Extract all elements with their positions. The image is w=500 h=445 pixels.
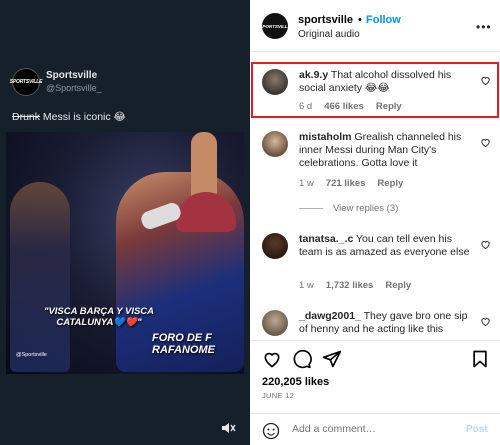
video-caption: "VISCA BARÇA Y VISCA CATALUNYA💙❤️" bbox=[43, 306, 155, 328]
post-username[interactable]: sportsville bbox=[298, 14, 353, 26]
add-comment-bar: Post bbox=[250, 413, 500, 445]
comment-avatar[interactable] bbox=[262, 131, 288, 157]
tweet-media-pane: SPORTSVILLE Sportsville @Sportsville_ Dr… bbox=[0, 0, 250, 445]
tweet-text: Drunk Messi is iconic 😂 bbox=[12, 111, 126, 123]
comment-meta: 1 w 1,732 likes Reply bbox=[299, 280, 423, 291]
post-header: SPORTSVILLE sportsville • Follow Origina… bbox=[250, 0, 500, 52]
follow-button[interactable]: Follow bbox=[366, 14, 401, 26]
tweet-header: SPORTSVILLE Sportsville @Sportsville_ bbox=[9, 68, 102, 96]
view-replies-button[interactable]: View replies (3) bbox=[299, 203, 398, 214]
tweet-text-rest: Messi is iconic 😂 bbox=[40, 111, 126, 123]
post-date: JUNE 12 bbox=[262, 391, 295, 400]
heart-icon[interactable] bbox=[480, 239, 491, 250]
comment-username[interactable]: _dawg2001_ bbox=[299, 310, 361, 322]
comment-username[interactable]: ak.9.y bbox=[299, 69, 328, 81]
emoji-icon[interactable] bbox=[262, 422, 280, 440]
replies-divider bbox=[299, 208, 323, 209]
comment-icon[interactable] bbox=[292, 349, 312, 369]
post-actions: 220,205 likes JUNE 12 Post bbox=[250, 340, 500, 445]
post-avatar-text: SPORTSVILLE bbox=[259, 23, 291, 29]
comment-meta: 1 w 721 likes Reply bbox=[299, 178, 415, 189]
comment-time: 1 w bbox=[299, 178, 314, 189]
send-icon[interactable] bbox=[322, 349, 342, 369]
tweet-avatar-text: SPORTSVILLE bbox=[9, 79, 43, 85]
comment-text: tanatsa._.c You can tell even his team i… bbox=[299, 233, 475, 259]
speaker-muted-icon[interactable] bbox=[220, 420, 236, 436]
comment-text: _dawg2001_ They gave bro one sip of henn… bbox=[299, 310, 475, 336]
post-panel: SPORTSVILLE sportsville • Follow Origina… bbox=[250, 0, 500, 445]
comment-avatar[interactable] bbox=[262, 310, 288, 336]
tweet-text-strike: Drunk bbox=[12, 111, 41, 123]
tweet-author-handle[interactable]: @Sportsville_ bbox=[46, 82, 102, 94]
view-replies-label: View replies (3) bbox=[333, 203, 399, 214]
heart-icon[interactable] bbox=[262, 349, 282, 369]
more-horizontal-icon[interactable]: ••• bbox=[476, 20, 492, 34]
tweet-author-name[interactable]: Sportsville bbox=[46, 70, 102, 82]
video-overlay-text: FORO DE F RAFANOME bbox=[152, 332, 215, 356]
comment-username[interactable]: tanatsa._.c bbox=[299, 233, 353, 245]
likes-count[interactable]: 220,205 likes bbox=[262, 376, 329, 388]
header-separator: • bbox=[358, 14, 362, 26]
reply-button[interactable]: Reply bbox=[376, 101, 402, 112]
comment-avatar[interactable] bbox=[262, 233, 288, 259]
heart-icon[interactable] bbox=[480, 75, 491, 86]
bookmark-icon[interactable] bbox=[470, 349, 490, 369]
comment-meta: 6 d 466 likes Reply bbox=[299, 101, 414, 112]
comment-avatar[interactable] bbox=[262, 69, 288, 95]
comment-text: mistaholm Grealish channeled his inner M… bbox=[299, 131, 475, 170]
comment-username[interactable]: mistaholm bbox=[299, 131, 352, 143]
video-watermark: @Sportsville bbox=[16, 352, 47, 358]
video-player[interactable]: "VISCA BARÇA Y VISCA CATALUNYA💙❤️" FORO … bbox=[6, 132, 244, 374]
add-comment-input[interactable] bbox=[292, 423, 452, 435]
comment-likes[interactable]: 466 likes bbox=[324, 101, 364, 112]
reply-button[interactable]: Reply bbox=[385, 280, 411, 291]
comment-likes[interactable]: 1,732 likes bbox=[326, 280, 374, 291]
original-audio-link[interactable]: Original audio bbox=[298, 29, 360, 40]
comment-time: 6 d bbox=[299, 101, 313, 112]
post-comment-button[interactable]: Post bbox=[466, 424, 488, 435]
reply-button[interactable]: Reply bbox=[377, 178, 403, 189]
tweet-avatar[interactable]: SPORTSVILLE bbox=[9, 68, 43, 96]
heart-icon[interactable] bbox=[480, 316, 491, 327]
comment-time: 1 w bbox=[299, 280, 314, 291]
heart-icon[interactable] bbox=[480, 137, 491, 148]
comment-text: ak.9.y That alcohol dissolved his social… bbox=[299, 69, 475, 95]
video-person-left bbox=[10, 182, 70, 372]
comment-likes[interactable]: 721 likes bbox=[326, 178, 366, 189]
post-avatar[interactable]: SPORTSVILLE bbox=[259, 13, 291, 39]
